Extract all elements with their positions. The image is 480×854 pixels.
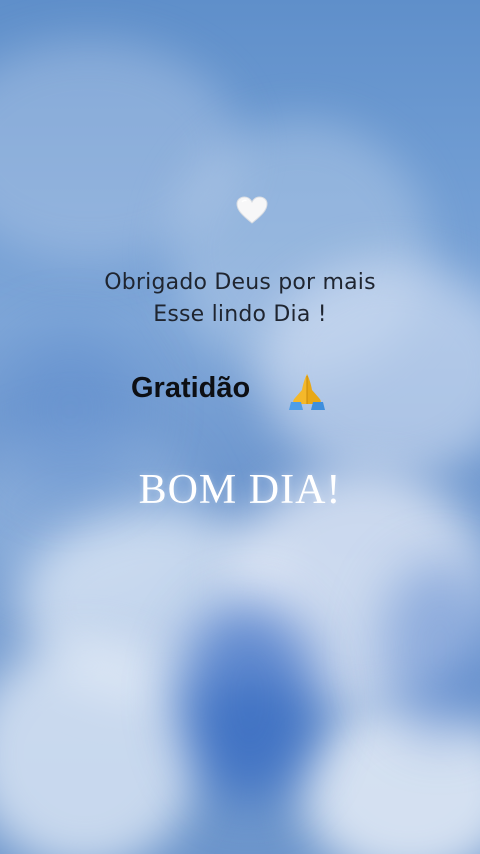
message-line-1: Obrigado Deus por mais: [104, 270, 376, 295]
greeting-title: BOM DIA!: [138, 467, 342, 513]
message-line-2: Esse lindo Dia !: [153, 302, 327, 327]
sky-gap: [180, 600, 320, 800]
praying-hands-icon: [285, 368, 329, 412]
white-heart-icon: [236, 196, 268, 224]
sky-background: [0, 0, 480, 854]
gratitude-label: Gratidão: [131, 372, 251, 404]
